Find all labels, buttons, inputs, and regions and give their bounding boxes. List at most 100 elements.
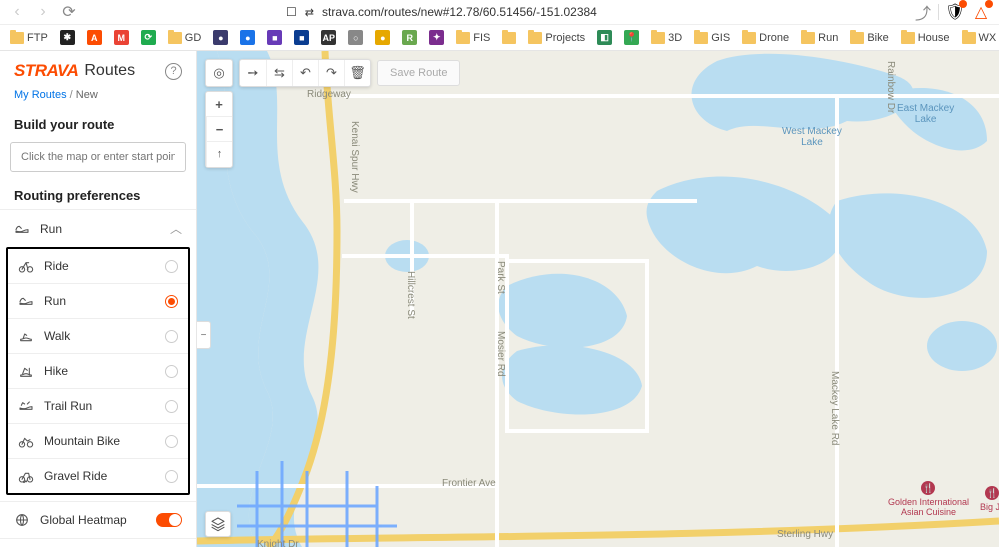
bookmark-item[interactable] [498,30,520,46]
bookmark-item[interactable]: ✱ [56,28,79,47]
personal-heatmap-row: Personal Heatmap [0,538,196,547]
start-point-input[interactable] [10,142,186,172]
bookmark-item[interactable]: Bike [846,30,892,46]
bookmark-item[interactable]: 3D [647,30,686,46]
route-mode-button[interactable]: ➙ [240,60,266,86]
browser-nav-bar: ‹ › ⟳ ☐ ⇄ strava.com/routes/new#12.78/60… [0,0,999,25]
delete-button[interactable]: 🗑 [344,60,370,86]
collapse-sidebar-button[interactable]: − [197,321,211,349]
bookmark-item[interactable]: Run [797,30,842,46]
shoe-icon [14,221,30,237]
activity-option-walk[interactable]: Walk [8,318,188,353]
bookmark-item[interactable]: ⟳ [137,28,160,47]
bookmarks-bar: FTP✱AM⟳GD●●■■AP○●R✦FISProjects◧📍3DGISDro… [0,25,999,51]
zoom-out-button[interactable]: − [206,117,232,142]
site-settings-icon[interactable]: ⇄ [305,6,314,19]
activity-option-mountain-bike[interactable]: Mountain Bike [8,423,188,458]
bookmark-icon[interactable]: ☐ [286,5,297,19]
favicon: A [87,30,102,45]
bookmark-item[interactable]: M [110,28,133,47]
breadcrumb: My Routes / New [0,87,196,111]
routing-prefs-title: Routing preferences [0,182,196,209]
selected-activity-label: Run [40,222,62,236]
bookmark-item[interactable]: WX + Avy [958,30,999,46]
folder-icon [801,32,815,44]
bookmark-item[interactable]: ● [371,28,394,47]
map-canvas[interactable] [197,51,999,547]
radio-button[interactable] [165,435,178,448]
reverse-button[interactable]: ⇆ [266,60,292,86]
save-route-button[interactable]: Save Route [377,60,460,86]
radio-button[interactable] [165,365,178,378]
bookmark-item[interactable]: House [897,30,954,46]
bookmark-item[interactable]: ● [236,28,259,47]
favicon: AP [321,30,336,45]
hike-icon [18,363,34,379]
bookmark-item[interactable]: FIS [452,30,494,46]
bookmark-item[interactable]: ● [209,28,232,47]
locate-button[interactable]: ◎ [206,60,232,86]
radio-button[interactable] [165,400,178,413]
redo-button[interactable]: ↷ [318,60,344,86]
breadcrumb-my-routes[interactable]: My Routes [14,89,67,101]
bookmark-item[interactable]: FTP [6,30,52,46]
url-bar[interactable]: ☐ ⇄ strava.com/routes/new#12.78/60.51456… [86,5,906,19]
layers-button[interactable] [205,511,231,537]
mtb-icon [18,433,34,449]
extension-icon-2[interactable]: △ [971,2,991,22]
activity-option-ride[interactable]: Ride [8,249,188,283]
map[interactable]: Ridgeway Kenai Spur Hwy Hillcrest St Par… [197,51,999,547]
forward-button[interactable]: › [34,3,52,21]
folder-icon [168,32,182,44]
folder-icon [456,32,470,44]
folder-icon [694,32,708,44]
bookmark-item[interactable]: GD [164,30,206,46]
strava-logo[interactable]: STRAVA [14,61,78,81]
north-button[interactable]: ↑ [206,142,232,167]
bookmark-item[interactable]: R [398,28,421,47]
chevron-up-icon: ︿ [170,220,182,237]
bookmark-item[interactable]: GIS [690,30,734,46]
zoom-in-button[interactable]: + [206,92,232,117]
radio-button[interactable] [165,470,178,483]
map-toolbar: ◎ ➙ ⇆ ↶ ↷ 🗑 Save Route [205,59,460,87]
favicon: 📍 [624,30,639,45]
bookmark-item[interactable]: ○ [344,28,367,47]
trail-icon [18,398,34,414]
bookmark-item[interactable]: ◧ [593,28,616,47]
bookmark-item[interactable]: AP [317,28,340,47]
activity-option-hike[interactable]: Hike [8,353,188,388]
bookmark-item[interactable]: A [83,28,106,47]
folder-icon [528,32,542,44]
favicon: ○ [348,30,363,45]
activity-option-gravel-ride[interactable]: Gravel Ride [8,458,188,493]
share-icon[interactable]: ⤴ [914,3,932,21]
global-heatmap-row: Global Heatmap [0,501,196,538]
radio-button[interactable] [165,330,178,343]
sidebar: STRAVA Routes ? My Routes / New Build yo… [0,51,197,547]
url-text: strava.com/routes/new#12.78/60.51456/-15… [322,5,597,19]
back-button[interactable]: ‹ [8,3,26,21]
radio-button[interactable] [165,260,178,273]
global-heatmap-toggle[interactable] [156,513,182,527]
activity-option-trail-run[interactable]: Trail Run [8,388,188,423]
help-icon[interactable]: ? [165,63,182,80]
bookmark-item[interactable]: 📍 [620,28,643,47]
walk-icon [18,328,34,344]
bookmark-item[interactable]: ■ [290,28,313,47]
radio-button[interactable] [165,295,178,308]
gravel-icon [18,468,34,484]
favicon: ◧ [597,30,612,45]
activity-type-selector[interactable]: Run ︿ [0,209,196,247]
reload-button[interactable]: ⟳ [60,3,78,21]
bookmark-item[interactable]: ■ [263,28,286,47]
favicon: M [114,30,129,45]
folder-icon [901,32,915,44]
build-route-title: Build your route [0,111,196,138]
activity-option-run[interactable]: Run [8,283,188,318]
extension-icon-1[interactable]: 🛡 [945,2,965,22]
bookmark-item[interactable]: ✦ [425,28,448,47]
bookmark-item[interactable]: Drone [738,30,793,46]
bookmark-item[interactable]: Projects [524,30,589,46]
undo-button[interactable]: ↶ [292,60,318,86]
